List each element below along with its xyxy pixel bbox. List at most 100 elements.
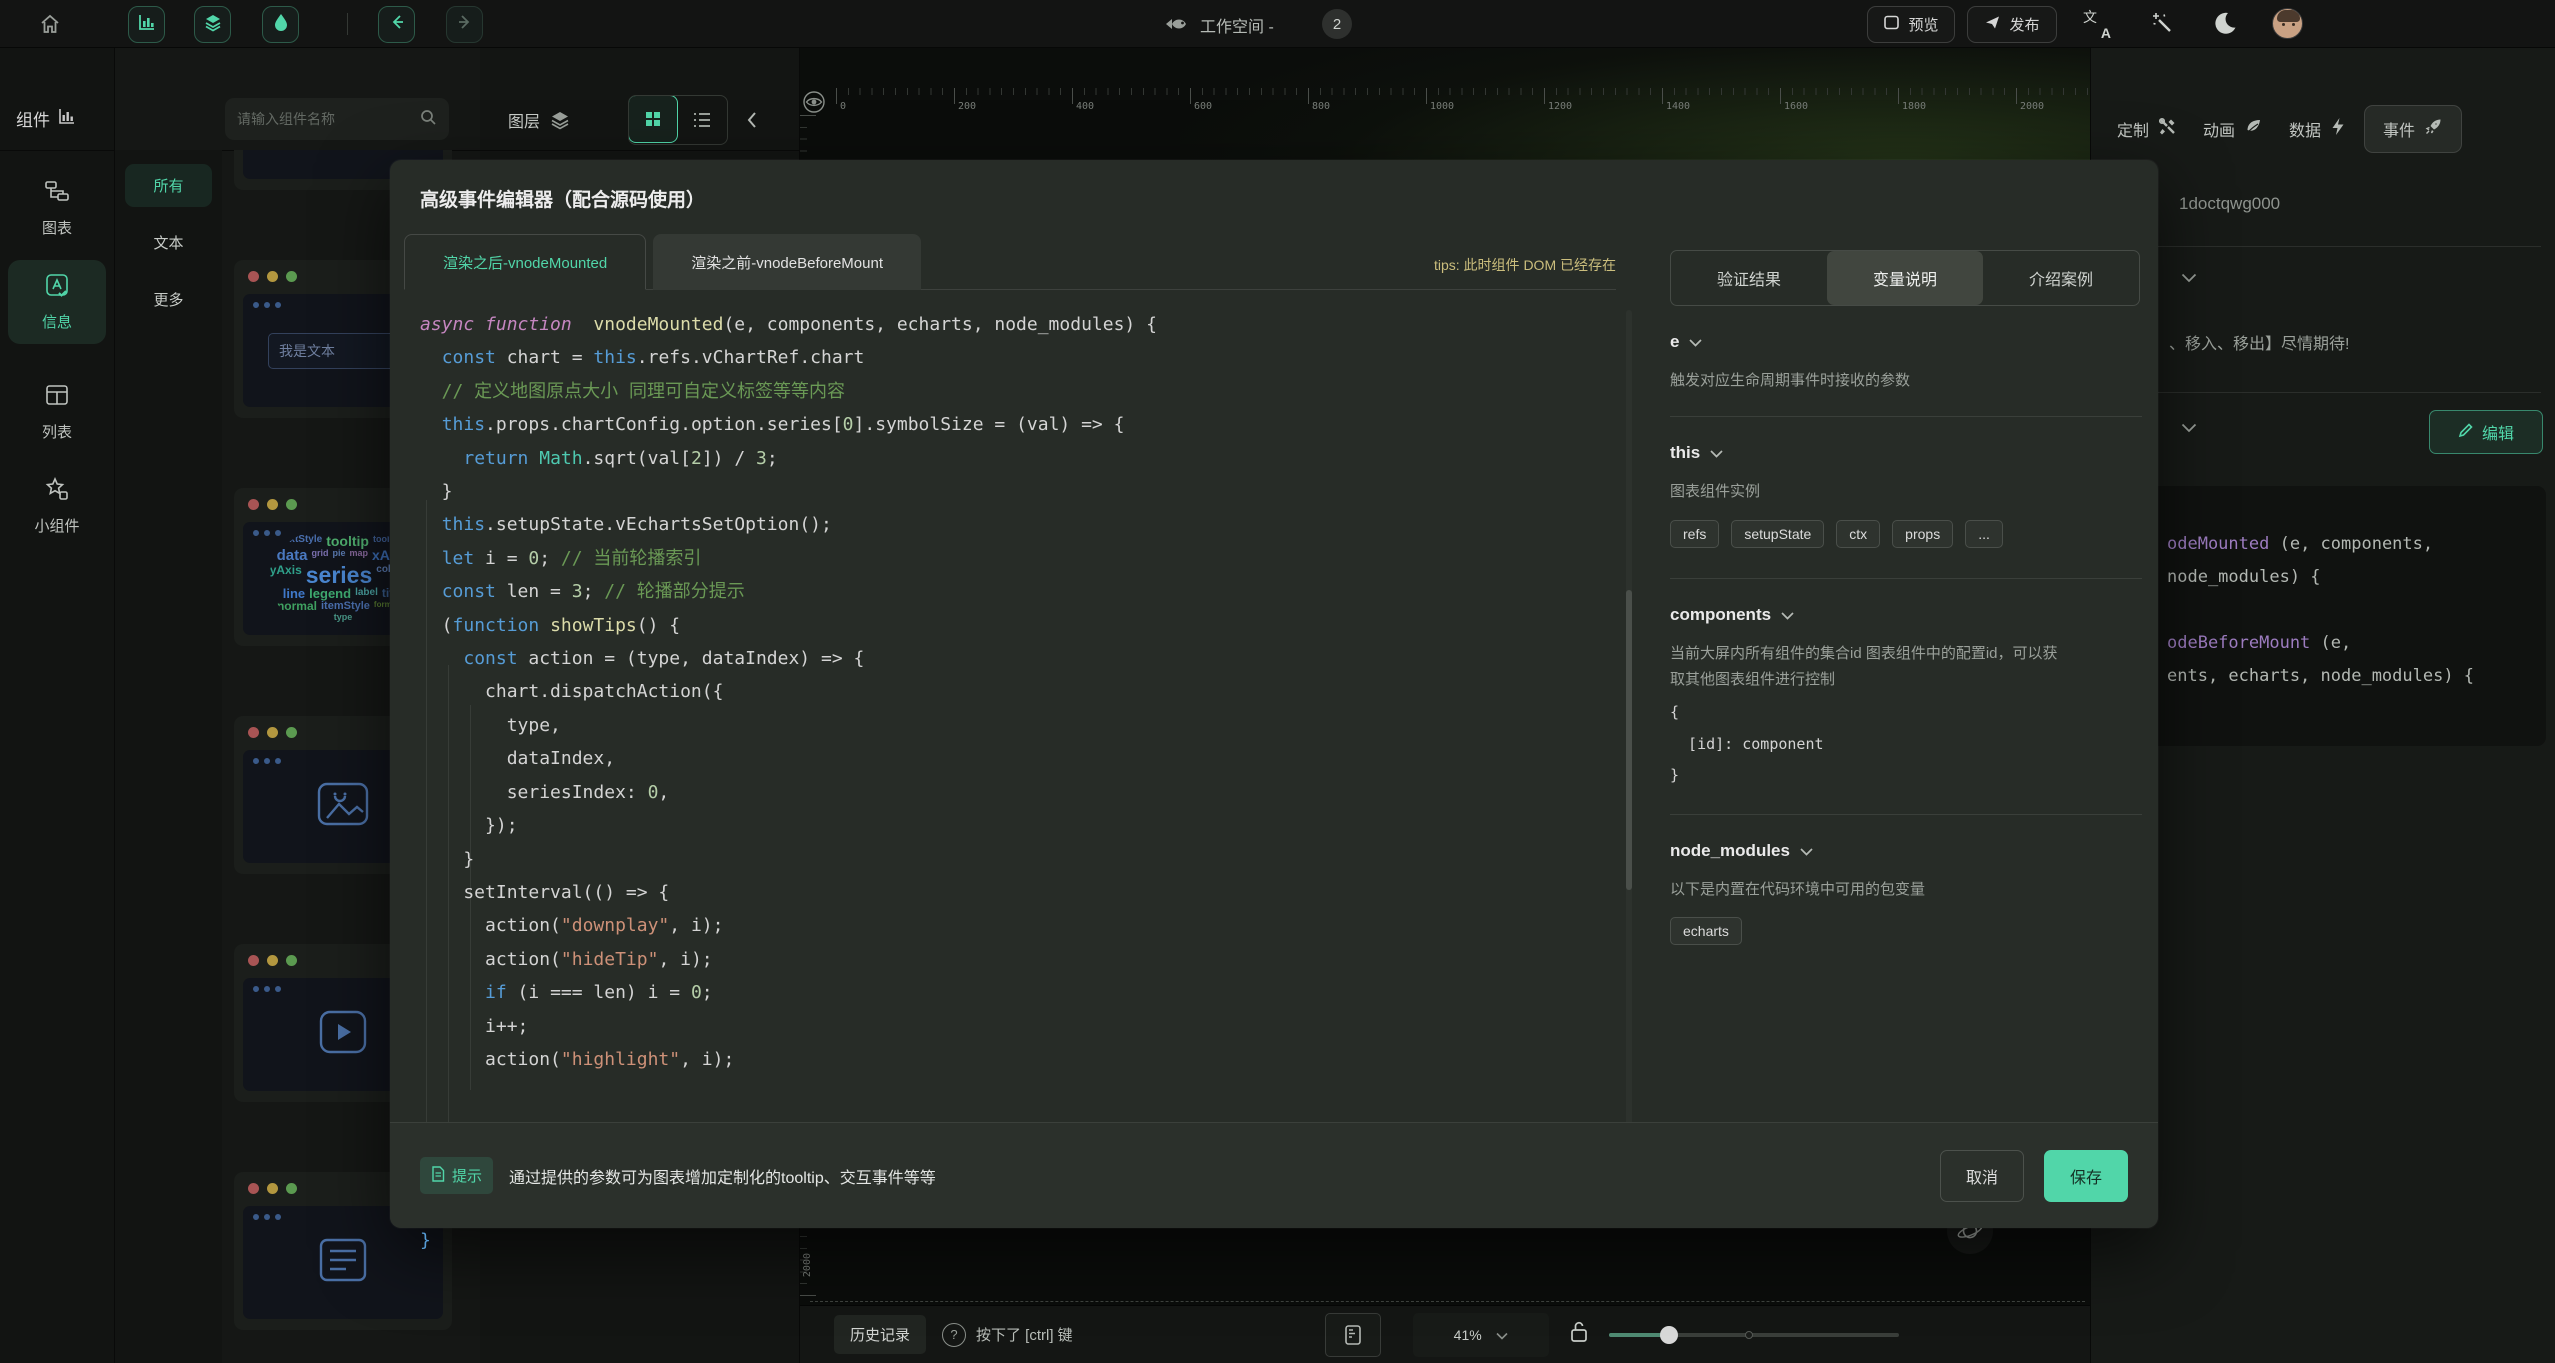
tab-vnode-before-mount[interactable]: 渲染之前-vnodeBeforeMount: [653, 234, 921, 290]
divider: [1670, 578, 2142, 579]
ruler-label: 1800: [1902, 101, 1926, 112]
code-line: // 定义地图原点大小 同理可自定义标签等等内容: [420, 375, 1600, 408]
sidebar-item-charts[interactable]: 图表: [8, 166, 106, 250]
tab-customize[interactable]: 定制: [2117, 117, 2177, 141]
code-editor[interactable]: async function vnodeMounted(e, component…: [420, 308, 1600, 1230]
ruler-label: 1000: [1430, 101, 1454, 112]
theme-tool-button[interactable]: [262, 6, 299, 43]
event-code-preview[interactable]: odeMounted (e, components,node_modules) …: [2141, 486, 2546, 746]
wordcloud-word: tooltip: [326, 535, 369, 548]
divider: [0, 150, 115, 151]
code-line: this.props.chartConfig.option.series[0].…: [420, 408, 1600, 441]
code-line: action("downplay", i);: [420, 909, 1600, 942]
chevron-down-icon[interactable]: [2181, 270, 2197, 288]
collapse-chevron-icon[interactable]: [744, 110, 760, 130]
browser-icon: [1883, 14, 1900, 35]
redo-button[interactable]: [446, 6, 483, 43]
code-line: setInterval(() => {: [420, 876, 1600, 909]
list-view-button[interactable]: [677, 96, 727, 144]
category-column: 所有 文本 更多: [115, 150, 222, 1363]
settings-tabs: 定制 动画 数据 事件: [2091, 98, 2555, 160]
table-icon: [44, 382, 70, 412]
doc-section-e[interactable]: e: [1670, 332, 2142, 352]
category-tab-more[interactable]: 更多: [125, 278, 212, 321]
preview-button[interactable]: 预览: [1867, 6, 1955, 43]
moon-icon[interactable]: [2212, 10, 2238, 36]
sidebar-item-widgets[interactable]: 小组件: [8, 464, 106, 548]
chart-tool-button[interactable]: [128, 6, 165, 43]
variable-chip: echarts: [1670, 917, 1742, 945]
form-icon: [316, 1236, 370, 1289]
editor-scrollbar[interactable]: [1626, 310, 1632, 1226]
leaf-icon: [2244, 117, 2263, 141]
category-tab-all[interactable]: 所有: [125, 164, 212, 207]
edit-button[interactable]: 编辑: [2429, 410, 2543, 454]
chevron-down-icon[interactable]: [2181, 420, 2197, 438]
translate-icon[interactable]: 文 A: [2083, 9, 2113, 39]
ruler-label: 2000: [2020, 101, 2044, 112]
history-button[interactable]: 历史记录: [834, 1315, 926, 1354]
grid-view-button[interactable]: [628, 95, 678, 143]
component-id-text: 1doctqwg000: [2179, 194, 2280, 214]
category-tab-text[interactable]: 文本: [125, 221, 212, 264]
layers-stack-icon: [550, 110, 570, 130]
tab-validation-result[interactable]: 验证结果: [1671, 251, 1827, 305]
page-boundary-dashed-line: [810, 1301, 2085, 1302]
video-play-icon: [317, 1008, 369, 1061]
code-line: chart.dispatchAction({: [420, 675, 1600, 708]
tab-variable-docs[interactable]: 变量说明: [1827, 251, 1983, 305]
ruler-label: 800: [1312, 101, 1330, 112]
search-input[interactable]: 请输入组件名称: [225, 98, 449, 140]
code-line: [2167, 594, 2546, 627]
unlock-icon[interactable]: [1569, 1320, 1589, 1349]
zoom-select[interactable]: 41%: [1413, 1313, 1549, 1357]
doc-section-this[interactable]: this: [1670, 443, 2142, 463]
ruler-label: 200: [958, 101, 976, 112]
layers-title: 图层: [508, 108, 540, 132]
doc-section-node-modules[interactable]: node_modules: [1670, 841, 2142, 861]
docs-tabs: 验证结果 变量说明 介绍案例: [1670, 250, 2140, 306]
home-icon[interactable]: [38, 12, 62, 36]
horizontal-ruler: 0200400600800100012001400160018002000: [828, 88, 2090, 115]
sidebar-item-info[interactable]: 信息: [8, 260, 106, 344]
zoom-slider[interactable]: [1609, 1333, 1899, 1337]
wrench-icon: [2158, 117, 2177, 141]
rocket-icon: [2424, 117, 2443, 141]
tips-text: tips: 此时组件 DOM 已经存在: [1434, 255, 1616, 275]
bottom-toolbar: 历史记录 ? 按下了 [ctrl] 键 41%: [800, 1305, 2090, 1363]
magic-wand-icon[interactable]: [2150, 11, 2174, 35]
tab-data[interactable]: 数据: [2289, 117, 2346, 141]
pencil-icon: [2458, 422, 2474, 443]
code-line: (function showTips() {: [420, 609, 1600, 642]
modal-footer: 提示 通过提供的参数可为图表增加定制化的tooltip、交互事件等等 取消 保存: [390, 1122, 2158, 1228]
advanced-event-editor-modal: 高级事件编辑器（配合源码使用） 渲染之后-vnodeMounted 渲染之前-v…: [390, 160, 2158, 1228]
layers-tool-button[interactable]: [194, 6, 231, 43]
divider: [480, 150, 800, 151]
tab-events[interactable]: 事件: [2364, 105, 2462, 153]
tab-vnode-mounted[interactable]: 渲染之后-vnodeMounted: [404, 234, 646, 290]
ruler-label: 1200: [1548, 101, 1572, 112]
code-line: return Math.sqrt(val[2]) / 3;: [420, 442, 1600, 475]
chevron-down-icon: [1689, 332, 1702, 352]
avatar[interactable]: [2272, 8, 2303, 39]
sidebar-item-list[interactable]: 列表: [8, 370, 106, 454]
code-line: odeBeforeMount (e,: [2167, 627, 2546, 660]
wordcloud-word: yAxis: [270, 565, 302, 587]
image-icon: [315, 780, 371, 833]
tab-animation[interactable]: 动画: [2203, 117, 2263, 141]
cancel-button[interactable]: 取消: [1940, 1150, 2024, 1202]
doc-section-components[interactable]: components: [1670, 605, 2142, 625]
code-line: const chart = this.refs.vChartRef.chart: [420, 341, 1600, 374]
help-icon[interactable]: ?: [942, 1323, 966, 1347]
tab-examples[interactable]: 介绍案例: [1983, 251, 2139, 305]
undo-button[interactable]: [378, 6, 415, 43]
workspace-badge: 2: [1322, 9, 1352, 39]
chevron-down-icon: [1710, 443, 1723, 463]
publish-button[interactable]: 发布: [1967, 6, 2057, 43]
slider-handle[interactable]: [1660, 1326, 1678, 1344]
indent-guide: [470, 705, 471, 1090]
thumbnail-toggle-button[interactable]: [1325, 1313, 1381, 1357]
star-widget-icon: [44, 476, 70, 506]
save-button[interactable]: 保存: [2044, 1150, 2128, 1202]
ruler-label: 1600: [1784, 101, 1808, 112]
